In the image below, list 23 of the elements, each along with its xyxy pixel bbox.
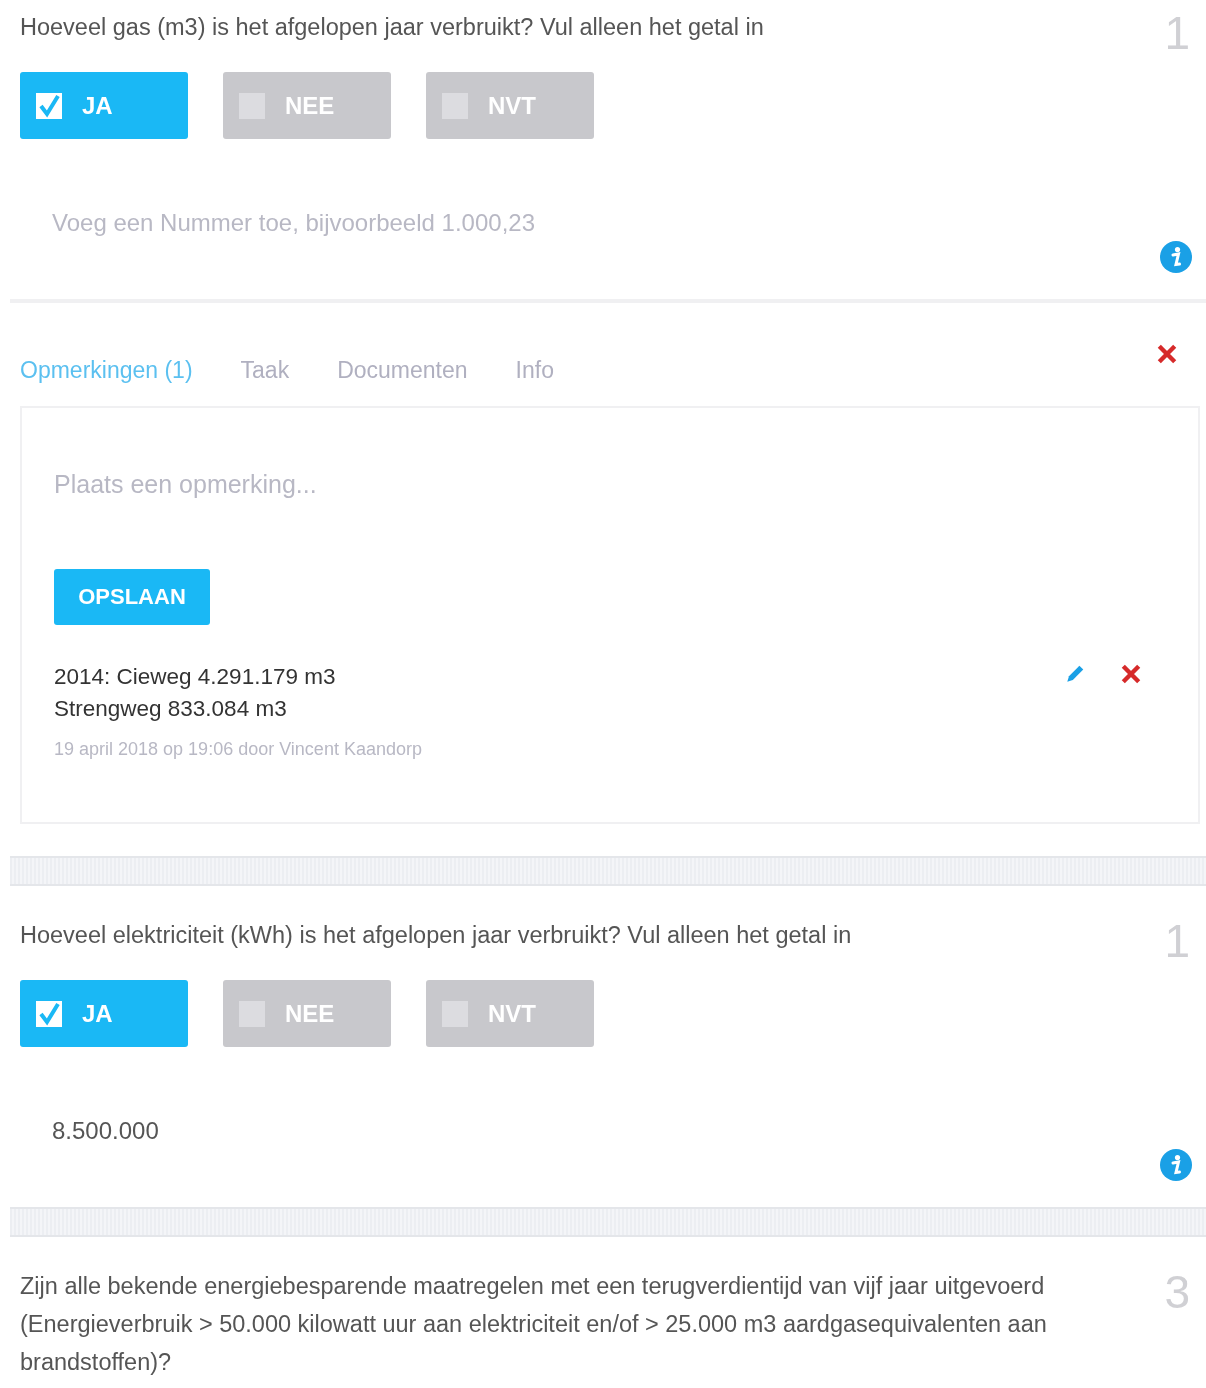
delete-icon[interactable] bbox=[1120, 663, 1142, 685]
tab[interactable]: Documenten bbox=[337, 357, 468, 384]
question-text: Hoeveel elektriciteit (kWh) is het afgelopen jaar verbruikt? Vul alleen het getal in bbox=[20, 921, 852, 950]
comment-text: Strengweg 833.084 m3 bbox=[54, 695, 288, 723]
comment-field[interactable]: Plaats een opmerking... bbox=[54, 470, 854, 499]
info-icon[interactable] bbox=[1160, 1149, 1192, 1181]
info-icon[interactable] bbox=[1160, 241, 1192, 273]
tab[interactable]: Opmerkingen (1) bbox=[20, 357, 193, 384]
pencil-icon[interactable] bbox=[1064, 663, 1086, 685]
comment-meta: 19 april 2018 op 19:06 door Vincent Kaandorp bbox=[54, 739, 423, 760]
checked-checkbox-icon bbox=[36, 92, 62, 119]
question-text: Zijn alle bekende energiebesparende maatregelen met een terugverdientijd van vijf jaar uitgevoerd (Energieverbruik > 50.000 kilowatt uur aan elektriciteit en/of > 25.000 m3 aardgasequivalenten aan brandstoffen)? bbox=[20, 1272, 1048, 1377]
tab[interactable]: Taak bbox=[240, 357, 290, 384]
answer-option[interactable]: JA bbox=[20, 72, 188, 139]
close-icon[interactable] bbox=[1156, 343, 1178, 365]
answer-option[interactable]: JA bbox=[20, 980, 188, 1047]
question-text: Hoeveel gas (m3) is het afgelopen jaar verbruikt? Vul alleen het getal in bbox=[20, 13, 764, 42]
checked-checkbox-icon bbox=[36, 1000, 62, 1027]
comment-text: 2014: Cieweg 4.291.179 m3 bbox=[54, 663, 337, 691]
answer-field[interactable]: 8.500.000 bbox=[52, 1117, 812, 1145]
save-button[interactable]: OPSLAAN bbox=[54, 569, 210, 625]
answer-field[interactable]: Voeg een Nummer toe, bijvoorbeeld 1.000,23 bbox=[52, 209, 812, 237]
tab[interactable]: Info bbox=[515, 357, 554, 384]
